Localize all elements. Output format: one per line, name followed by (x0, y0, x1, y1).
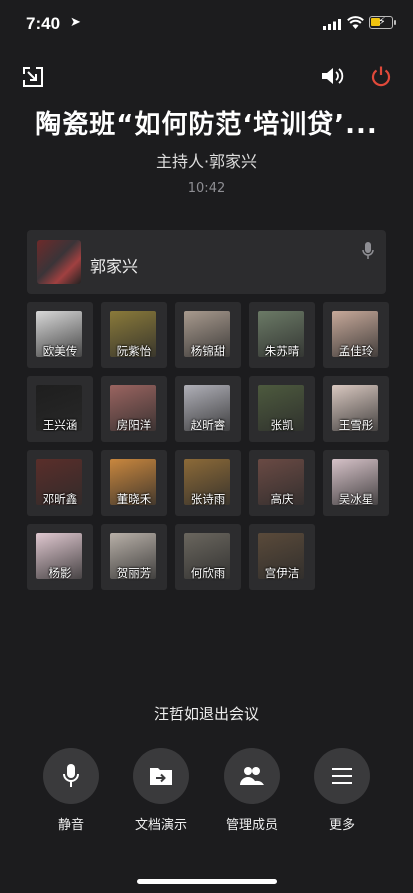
manage-members-button[interactable]: 管理成员 (214, 748, 290, 833)
participant-tile[interactable]: 何欣雨 (175, 524, 241, 590)
microphone-icon (63, 764, 79, 787)
participant-name: 吴冰星 (338, 492, 374, 506)
participant-name: 张诗雨 (190, 492, 226, 506)
participant-name: 杨影 (48, 566, 72, 580)
participant-name: 孟佳玲 (338, 344, 374, 358)
participant-name: 赵昕睿 (190, 418, 226, 432)
minimize-window-icon[interactable] (20, 64, 46, 90)
participant-tile[interactable]: 吴冰星 (323, 450, 389, 516)
participant-name: 何欣雨 (190, 566, 226, 580)
participant-tile[interactable]: 杨锦甜 (175, 302, 241, 368)
more-circle[interactable] (314, 748, 370, 804)
share-document-button[interactable]: 文档演示 (123, 748, 199, 833)
meeting-elapsed-time: 10:42 (187, 181, 226, 196)
participant-tile[interactable]: 王雪彤 (323, 376, 389, 442)
participant-tile[interactable]: 王兴涵 (27, 376, 93, 442)
meeting-host: 主持人·郭家兴 (155, 152, 258, 171)
leave-notice: 汪哲如退出会议 (153, 705, 259, 723)
participant-tile[interactable]: 董晓禾 (101, 450, 167, 516)
participant-name: 王兴涵 (42, 418, 78, 432)
participant-tile[interactable]: 赵昕睿 (175, 376, 241, 442)
mute-label: 静音 (57, 818, 84, 833)
participant-name: 欧美传 (42, 344, 78, 358)
home-indicator[interactable] (137, 879, 277, 884)
participant-tile[interactable]: 张诗雨 (175, 450, 241, 516)
participant-tile[interactable]: 杨影 (27, 524, 93, 590)
more-button[interactable]: 更多 (304, 748, 380, 833)
share-document-label: 文档演示 (134, 818, 187, 833)
participant-name: 张凯 (270, 418, 294, 432)
participant-tile[interactable]: 宫伊洁 (249, 524, 315, 590)
participant-name: 房阳洋 (116, 418, 152, 432)
participant-name: 杨锦甜 (190, 344, 226, 358)
speaker-icon[interactable] (319, 63, 347, 89)
participant-tile[interactable]: 朱苏晴 (249, 302, 315, 368)
mute-button[interactable]: 静音 (33, 748, 109, 833)
power-icon[interactable] (368, 63, 394, 89)
participant-tile[interactable]: 邓昕鑫 (27, 450, 93, 516)
manage-members-circle[interactable] (224, 748, 280, 804)
meeting-title: 陶瓷班“如何防范‘培训贷’... (35, 110, 378, 140)
cellular-signal-icon (323, 19, 341, 30)
mute-button-circle[interactable] (43, 748, 99, 804)
folder-share-icon (150, 768, 172, 785)
members-icon (240, 767, 264, 785)
active-speaker-card[interactable]: 郭家兴 (27, 230, 386, 294)
manage-members-label: 管理成员 (225, 818, 278, 833)
participant-name: 董晓禾 (116, 492, 152, 506)
active-speaker-name: 郭家兴 (90, 257, 139, 276)
participant-tile[interactable]: 贺丽芳 (101, 524, 167, 590)
battery-icon: ⚡ (369, 15, 396, 29)
participant-name: 贺丽芳 (116, 566, 152, 580)
avatar (37, 240, 81, 284)
share-document-circle[interactable] (133, 748, 189, 804)
microphone-icon (362, 242, 374, 259)
participant-name: 王雪彤 (338, 418, 374, 432)
participant-tile[interactable]: 孟佳玲 (323, 302, 389, 368)
location-arrow-icon: ➤ (70, 15, 81, 30)
participant-tile[interactable]: 张凯 (249, 376, 315, 442)
participant-tile[interactable]: 房阳洋 (101, 376, 167, 442)
participant-tile[interactable]: 高庆 (249, 450, 315, 516)
participant-tile[interactable]: 阮紫怡 (101, 302, 167, 368)
status-time: 7:40 (26, 14, 61, 33)
more-label: 更多 (328, 818, 355, 833)
participant-name: 高庆 (270, 492, 294, 506)
status-bar: 7:40 ➤ ⚡ (0, 0, 413, 48)
participant-tile[interactable]: 欧美传 (27, 302, 93, 368)
participant-name: 阮紫怡 (116, 344, 152, 358)
menu-icon (332, 768, 352, 784)
participant-name: 宫伊洁 (264, 566, 300, 580)
participant-name: 邓昕鑫 (42, 492, 78, 506)
participant-name: 朱苏晴 (264, 344, 300, 358)
wifi-icon (347, 16, 364, 29)
